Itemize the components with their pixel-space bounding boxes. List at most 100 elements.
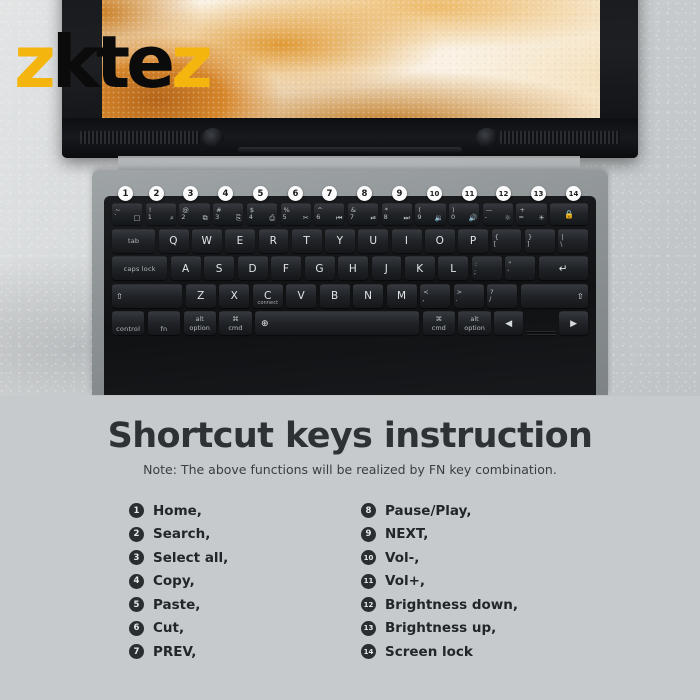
fn-symbol-icon: ⧉	[202, 214, 208, 223]
callout-marker-9: 9	[392, 186, 407, 201]
key-z[interactable]: Z	[185, 283, 216, 308]
key-number-1[interactable]: ! 1 ⌕	[145, 203, 176, 225]
key-c[interactable]: Cconnect	[252, 283, 283, 308]
key-number-7[interactable]: & 7 ⏯	[347, 203, 379, 225]
product-infographic: xiaomi ~`□!1⌕@2⧉#3⎘$4⎙%5✂^6⏮&7⏯*8⏭(9🔉)0🔊…	[0, 0, 700, 700]
key-[interactable]: >.	[453, 283, 484, 308]
key-command-left[interactable]: ⌘ cmd	[219, 311, 252, 335]
key-m[interactable]: M	[386, 283, 417, 308]
shortcut-item: 11 Vol+,	[361, 570, 571, 594]
fn-symbol-icon: ⏮	[336, 214, 343, 223]
key-j[interactable]: J	[371, 256, 402, 280]
key-u[interactable]: U	[358, 228, 389, 253]
key-number--[interactable]: — - ☼	[482, 203, 513, 225]
key-[interactable]: | \	[558, 228, 589, 253]
key-y[interactable]: Y	[325, 228, 355, 253]
key-number-`[interactable]: ~ ` □	[112, 203, 143, 225]
callout-marker-row: 1 2 3 4 5 6 7 8 9 10 11 12 13 14	[92, 186, 608, 206]
key-t[interactable]: T	[291, 228, 322, 253]
keyboard-row-bottom-letters: ⇧ Z X Cconnect V B N M <, >.? / ⇧	[112, 283, 589, 308]
keyboard-keys-area: ~ ` □! 1 ⌕ @2 ⧉ #3 ⎘ $4 ⎙% 5 ✂ ^ 6 ⏮ & 7 ⏯ * 8 ⏭(9 🔉) 0 🔊 — - ☼ + = ☀ 🔒…	[104, 196, 596, 395]
fn-symbol-icon: ⏭	[403, 214, 410, 223]
key-d[interactable]: D	[237, 256, 268, 280]
lock-icon: 🔒	[564, 210, 574, 219]
key-h[interactable]: H	[338, 256, 368, 280]
key-b[interactable]: B	[319, 283, 350, 308]
key-command-right[interactable]: ⌘ cmd	[422, 311, 455, 335]
key-arrow-right[interactable]: ▶	[559, 311, 588, 335]
key-number-4[interactable]: $4 ⎙	[246, 203, 278, 225]
key-alt-option-right[interactable]: alt option	[458, 311, 491, 335]
key-[interactable]: {[	[491, 228, 522, 253]
key-fn[interactable]: fn	[147, 311, 180, 335]
key-o[interactable]: O	[425, 228, 455, 253]
key-a[interactable]: A	[170, 256, 201, 280]
fn-symbol-icon: □	[133, 214, 141, 223]
key-control[interactable]: control	[112, 311, 145, 335]
key-v[interactable]: V	[286, 283, 317, 308]
shortcut-columns: 1 Home, 2 Search, 3 Select all, 4 Copy, 5 Paste, 6…	[0, 499, 700, 664]
keyboard-row-qwerty: tab Q W E R T Y U I O P{[}] | \	[112, 228, 589, 253]
shortcut-label: Screen lock	[385, 643, 473, 660]
key-tab[interactable]: tab	[112, 228, 156, 253]
shortcut-number-badge: 10	[361, 550, 376, 566]
arrow-key-cluster: ◀ ▲ ▼ ▶	[494, 311, 588, 335]
shortcut-item: 10 Vol-,	[361, 546, 571, 570]
shortcut-label: Search,	[153, 526, 211, 543]
stylus-slot	[238, 147, 462, 153]
key-number-8[interactable]: * 8 ⏭	[381, 203, 412, 225]
key-[interactable]: <,	[420, 283, 451, 308]
key-shift-left[interactable]: ⇧	[112, 283, 183, 308]
key-shift-right[interactable]: ⇧	[520, 283, 589, 308]
callout-marker-4: 4	[218, 186, 233, 201]
key-s[interactable]: S	[204, 256, 235, 280]
key-number-2[interactable]: @2 ⧉	[179, 203, 210, 225]
key-number-5[interactable]: % 5 ✂	[280, 203, 311, 225]
callout-marker-1: 1	[118, 186, 133, 201]
shortcut-item: 4 Copy,	[129, 570, 339, 594]
key-caps-lock[interactable]: caps lock	[112, 256, 168, 280]
key-x[interactable]: X	[219, 283, 250, 308]
key-number-6[interactable]: ^ 6 ⏮	[314, 203, 345, 225]
fn-symbol-icon: ☀	[538, 214, 545, 223]
hinge-grill-left	[80, 131, 200, 144]
key-l[interactable]: L	[438, 256, 469, 280]
key-[interactable]: " '	[505, 256, 536, 280]
key-p[interactable]: P	[458, 228, 489, 253]
keyboard-row-home: caps lock A S D F G H J K L:; " ' ↵	[112, 256, 589, 280]
key-number-9[interactable]: (9 🔉	[415, 203, 446, 225]
key-r[interactable]: R	[258, 228, 289, 253]
key-space[interactable]: ⊕	[255, 311, 420, 335]
key-g[interactable]: G	[304, 256, 335, 280]
shortcut-item: 7 PREV,	[129, 640, 339, 664]
key-e[interactable]: E	[225, 228, 256, 253]
shortcut-number-badge: 14	[361, 644, 376, 660]
shortcut-label: Copy,	[153, 573, 195, 590]
key-i[interactable]: I	[391, 228, 422, 253]
shortcut-number-badge: 9	[361, 526, 376, 542]
key-[interactable]: :;	[471, 256, 502, 280]
hinge-knob-right	[476, 128, 498, 147]
key-n[interactable]: N	[353, 283, 384, 308]
key-arrow-left[interactable]: ◀	[494, 311, 524, 335]
key-arrow-down[interactable]: ▼	[526, 334, 556, 335]
key-number-0[interactable]: ) 0 🔊	[449, 203, 480, 225]
key-alt-option-left[interactable]: alt option	[183, 311, 216, 335]
keyboard-row-numbers: ~ ` □! 1 ⌕ @2 ⧉ #3 ⎘ $4 ⎙% 5 ✂ ^ 6 ⏮ & 7 ⏯ * 8 ⏭(9 🔉) 0 🔊 — - ☼ + = ☀ 🔒	[112, 203, 588, 225]
key-number-=[interactable]: + = ☀	[516, 203, 547, 225]
key-f[interactable]: F	[271, 256, 302, 280]
key-q[interactable]: Q	[158, 228, 189, 253]
key-[interactable]: }]	[524, 228, 555, 253]
shortcut-label: Cut,	[153, 620, 185, 637]
key-screen-lock[interactable]: 🔒	[550, 203, 588, 225]
shortcut-column-left: 1 Home, 2 Search, 3 Select all, 4 Copy, 5 Paste, 6…	[129, 499, 339, 664]
key-number-3[interactable]: #3 ⎘	[213, 203, 244, 225]
key-[interactable]: ? /	[487, 283, 518, 308]
key-arrow-up[interactable]: ▲	[526, 331, 556, 332]
shortcut-label: Home,	[153, 502, 202, 519]
shortcut-label: Brightness up,	[385, 620, 497, 637]
key-k[interactable]: K	[404, 256, 435, 280]
key-enter[interactable]: ↵	[538, 256, 589, 280]
shortcut-item: 1 Home,	[129, 499, 339, 523]
key-w[interactable]: W	[192, 228, 222, 253]
